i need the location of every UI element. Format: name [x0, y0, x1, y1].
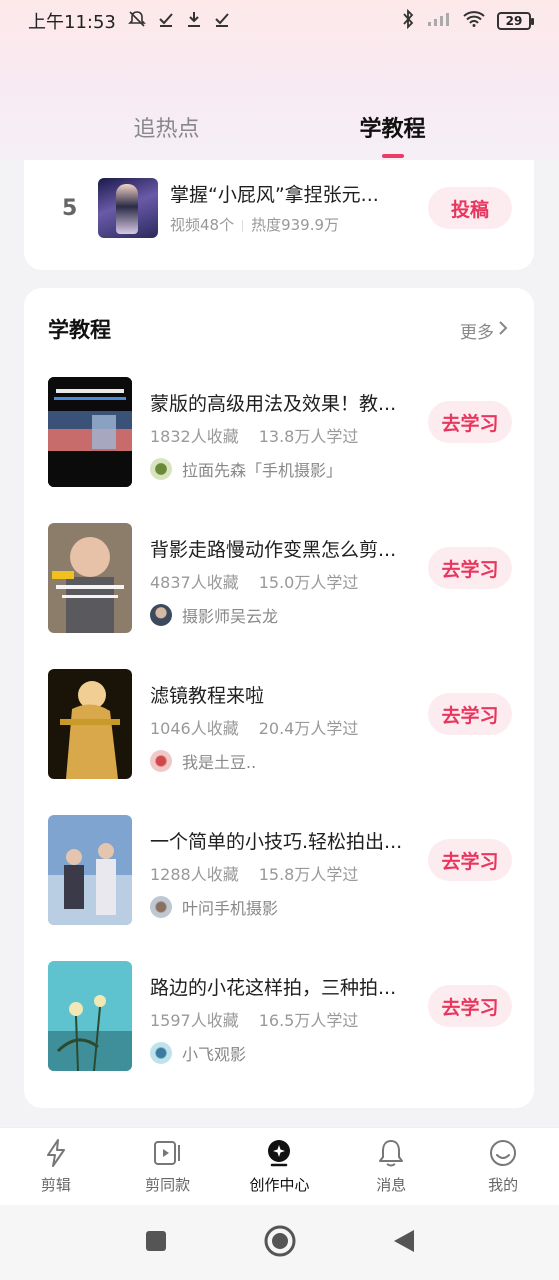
- more-link[interactable]: 更多: [460, 318, 508, 343]
- tutorial-thumbnail: [48, 377, 132, 487]
- status-left: 上午11:53: [28, 8, 230, 34]
- avatar: [150, 896, 172, 918]
- more-label: 更多: [460, 323, 494, 343]
- rank-meta: 视频48个 热度939.9万: [170, 214, 339, 235]
- bluetooth-icon: [401, 8, 415, 33]
- tutorial-author: 拉面先森「手机摄影」: [150, 457, 342, 481]
- author-name: 小飞观影: [182, 1045, 247, 1064]
- tutorials-card: 学教程 更多 蒙版的高级用法及效果！教... 1832人收藏 13.8万人学过 拉…: [24, 288, 534, 1108]
- chevron-right-icon: [498, 320, 508, 341]
- lightning-icon: [41, 1138, 71, 1168]
- rank-thumbnail: [98, 178, 158, 238]
- tutorial-author: 摄影师吴云龙: [150, 603, 278, 627]
- learn-button[interactable]: 去学习: [428, 985, 512, 1027]
- tutorial-item[interactable]: 蒙版的高级用法及效果！教... 1832人收藏 13.8万人学过 拉面先森「手机摄…: [24, 377, 534, 489]
- author-name: 叶问手机摄影: [182, 899, 279, 918]
- tutorial-favorites: 4837人收藏: [150, 573, 239, 592]
- bottom-nav: 剪辑 剪同款 创作中心 消息 我的: [0, 1127, 559, 1205]
- avatar: [150, 458, 172, 480]
- avatar: [150, 604, 172, 626]
- rank-title: 掌握“小屁风”拿捏张元...: [170, 184, 379, 206]
- tutorial-favorites: 1288人收藏: [150, 865, 239, 884]
- tutorial-favorites: 1046人收藏: [150, 719, 239, 738]
- learn-button[interactable]: 去学习: [428, 547, 512, 589]
- tutorial-learners: 15.0万人学过: [258, 573, 359, 592]
- tutorial-stats: 4837人收藏 15.0万人学过: [150, 569, 358, 593]
- bell-icon: [376, 1138, 406, 1168]
- creator-center-icon: [264, 1138, 294, 1168]
- video-template-icon: [153, 1138, 183, 1168]
- wifi-icon: [463, 11, 485, 31]
- tutorial-favorites: 1832人收藏: [150, 427, 239, 446]
- submit-button[interactable]: 投稿: [428, 187, 512, 229]
- tutorial-learners: 13.8万人学过: [258, 427, 359, 446]
- tutorial-item[interactable]: 滤镜教程来啦 1046人收藏 20.4万人学过 我是土豆.. 去学习: [24, 669, 534, 781]
- tutorial-title: 一个简单的小技巧.轻松拍出...: [150, 831, 403, 853]
- nav-label: 剪辑: [40, 1176, 71, 1194]
- tutorial-author: 我是土豆..: [150, 749, 256, 773]
- author-name: 拉面先森「手机摄影」: [182, 461, 343, 480]
- tutorial-thumbnail: [48, 815, 132, 925]
- mute-icon: [127, 10, 146, 32]
- tutorial-stats: 1597人收藏 16.5万人学过: [150, 1007, 358, 1031]
- author-name: 我是土豆..: [182, 753, 257, 772]
- tutorial-stats: 1832人收藏 13.8万人学过: [150, 423, 358, 447]
- tab-tutorials[interactable]: 学教程: [360, 108, 426, 152]
- signal-icon: [427, 11, 451, 31]
- recent-apps-button[interactable]: [144, 1229, 168, 1257]
- avatar: [150, 1042, 172, 1064]
- tutorial-stats: 1046人收藏 20.4万人学过: [150, 715, 358, 739]
- learn-button[interactable]: 去学习: [428, 693, 512, 735]
- rank-number: 5: [62, 196, 78, 221]
- tutorial-item[interactable]: 一个简单的小技巧.轻松拍出... 1288人收藏 15.8万人学过 叶问手机摄影 …: [24, 815, 534, 927]
- tutorial-title: 路边的小花这样拍，三种拍...: [150, 977, 397, 999]
- hot-rank-item[interactable]: 5 掌握“小屁风”拿捏张元... 视频48个 热度939.9万 投稿: [24, 178, 534, 240]
- tutorial-item[interactable]: 背影走路慢动作变黑怎么剪... 4837人收藏 15.0万人学过 摄影师吴云龙 去…: [24, 523, 534, 635]
- battery-indicator: 29: [497, 12, 534, 30]
- home-button[interactable]: [264, 1225, 296, 1261]
- tutorial-item[interactable]: 路边的小花这样拍，三种拍... 1597人收藏 16.5万人学过 小飞观影 去学习: [24, 961, 534, 1073]
- nav-label: 创作中心: [249, 1176, 310, 1194]
- nav-edit[interactable]: 剪辑: [11, 1138, 101, 1195]
- nav-label: 剪同款: [145, 1176, 191, 1194]
- check-icon: [214, 11, 230, 31]
- nav-label: 我的: [488, 1176, 519, 1194]
- tutorial-favorites: 1597人收藏: [150, 1011, 239, 1030]
- system-nav-bar: [0, 1205, 559, 1280]
- download-icon: [186, 11, 202, 31]
- tutorial-learners: 16.5万人学过: [258, 1011, 359, 1030]
- tutorial-thumbnail: [48, 523, 132, 633]
- rank-video-count: 视频48个: [170, 216, 235, 234]
- tutorial-learners: 20.4万人学过: [258, 719, 359, 738]
- rank-heat: 热度939.9万: [251, 216, 340, 234]
- tutorial-title: 背影走路慢动作变黑怎么剪...: [150, 539, 397, 561]
- tutorial-title: 滤镜教程来啦: [150, 685, 265, 707]
- tutorial-author: 小飞观影: [150, 1041, 246, 1065]
- check-icon: [158, 11, 174, 31]
- nav-messages[interactable]: 消息: [346, 1138, 436, 1195]
- back-button[interactable]: [392, 1228, 416, 1258]
- author-name: 摄影师吴云龙: [182, 607, 279, 626]
- tutorial-thumbnail: [48, 961, 132, 1071]
- smile-icon: [488, 1138, 518, 1168]
- status-bar: 上午11:53 29: [0, 0, 559, 42]
- nav-label: 消息: [376, 1176, 407, 1194]
- tutorial-thumbnail: [48, 669, 132, 779]
- tutorial-title: 蒙版的高级用法及效果！教...: [150, 393, 397, 415]
- tab-hot-topics[interactable]: 追热点: [133, 108, 199, 152]
- learn-button[interactable]: 去学习: [428, 839, 512, 881]
- hot-rank-card: 5 掌握“小屁风”拿捏张元... 视频48个 热度939.9万 投稿: [24, 160, 534, 270]
- status-time: 上午11:53: [28, 12, 116, 33]
- learn-button[interactable]: 去学习: [428, 401, 512, 443]
- top-tabs: 追热点 学教程: [0, 108, 559, 160]
- status-right: 29: [401, 8, 534, 33]
- tutorial-stats: 1288人收藏 15.8万人学过: [150, 861, 358, 885]
- tutorial-learners: 15.8万人学过: [258, 865, 359, 884]
- section-title: 学教程: [48, 318, 111, 342]
- avatar: [150, 750, 172, 772]
- nav-profile[interactable]: 我的: [458, 1138, 548, 1195]
- nav-creator-center[interactable]: 创作中心: [234, 1138, 324, 1195]
- nav-template[interactable]: 剪同款: [123, 1138, 213, 1195]
- tutorial-author: 叶问手机摄影: [150, 895, 278, 919]
